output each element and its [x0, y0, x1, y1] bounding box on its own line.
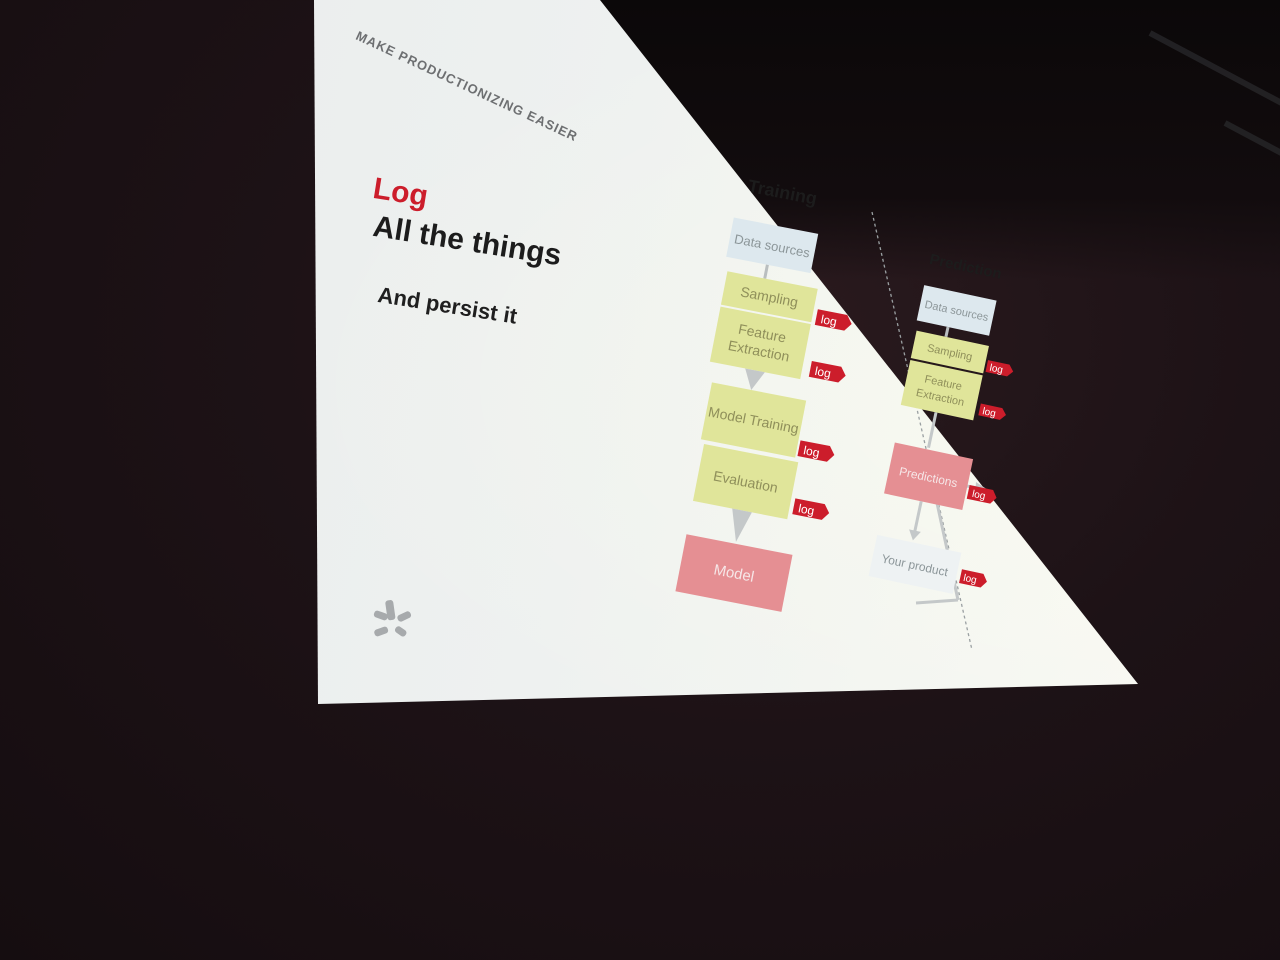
log-tag-label: log — [971, 489, 986, 503]
pipeline-diagram: Training Data sources Sampling log Featu… — [675, 176, 1014, 651]
connector — [763, 264, 769, 279]
connector-arrow — [909, 529, 921, 541]
connector — [944, 326, 950, 338]
connector-arrow — [732, 508, 752, 542]
log-tag-label: log — [981, 406, 996, 420]
training-column: Training Data sources Sampling log Featu… — [675, 176, 852, 612]
log-tag-label: log — [814, 364, 832, 381]
training-heading: Training — [746, 176, 819, 209]
prediction-heading: Prediction — [928, 251, 1003, 283]
connector — [913, 500, 923, 533]
prediction-column: Prediction Data sources Sampling log Fea… — [868, 251, 1014, 594]
log-tag-label: log — [820, 312, 838, 329]
model-to-prediction-connector — [915, 598, 959, 605]
log-tag-label: log — [802, 443, 820, 460]
connector-arrow — [745, 368, 765, 390]
log-tag-label: log — [989, 363, 1004, 377]
connector — [927, 412, 938, 448]
log-tag-label: log — [962, 573, 977, 587]
log-tag-label: log — [797, 501, 815, 518]
